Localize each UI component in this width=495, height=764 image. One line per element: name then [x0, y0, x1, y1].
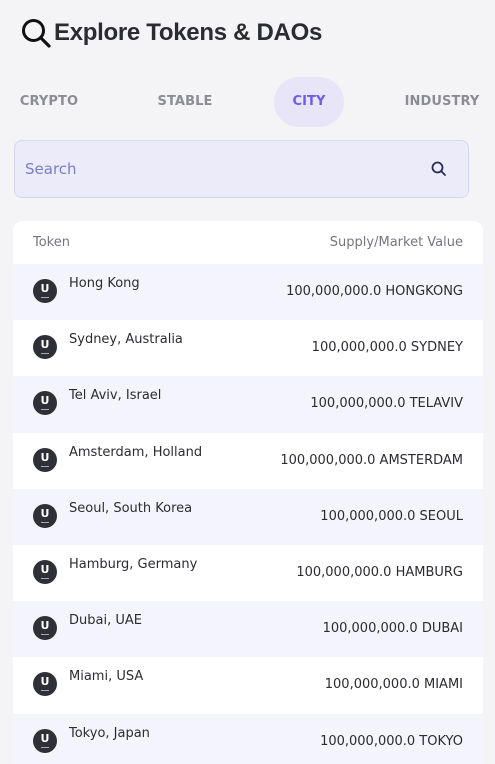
token-supply: 100,000,000.0 TOKYO — [320, 733, 463, 749]
table-header: Token Supply/Market Value — [13, 221, 483, 264]
token-logo-icon — [33, 616, 57, 641]
token-name: Miami, USA — [69, 669, 144, 685]
token-logo-icon — [33, 728, 57, 753]
token-name: Amsterdam, Holland — [69, 444, 203, 460]
token-supply: 100,000,000.0 DUBAI — [322, 621, 463, 637]
token-name: Hamburg, Germany — [69, 556, 198, 572]
token-logo-icon — [33, 391, 57, 416]
token-name: Sydney, Australia — [69, 332, 183, 348]
tab-industry[interactable]: INDUSTRY — [400, 77, 484, 127]
token-supply: 100,000,000.0 SEOUL — [320, 508, 463, 524]
page-title: Explore Tokens & DAOs — [54, 19, 322, 46]
table-row[interactable]: Seoul, South Korea 100,000,000.0 SEOUL — [13, 488, 483, 545]
search-icon — [22, 19, 51, 48]
table-row[interactable]: Hamburg, Germany 100,000,000.0 HAMBURG — [13, 545, 483, 601]
category-tabs: CRYPTO STABLE CITY INDUSTRY — [0, 77, 495, 127]
token-supply: 100,000,000.0 HAMBURG — [296, 564, 463, 580]
token-supply: 100,000,000.0 MIAMI — [324, 677, 463, 693]
token-supply: 100,000,000.0 HONGKONG — [286, 284, 463, 299]
tab-stable[interactable]: STABLE — [150, 77, 220, 127]
token-logo-icon — [33, 672, 57, 697]
token-logo-icon — [33, 503, 57, 528]
table-row[interactable]: Dubai, UAE 100,000,000.0 DUBAI — [13, 601, 483, 658]
token-name: Dubai, UAE — [69, 613, 142, 629]
tab-city[interactable]: CITY — [274, 77, 344, 127]
search-bar — [14, 140, 469, 198]
table-row[interactable]: Sydney, Australia 100,000,000.0 SYDNEY — [13, 320, 483, 376]
column-header-supply: Supply/Market Value — [329, 235, 463, 250]
token-logo-icon — [33, 279, 57, 303]
token-logo-icon — [33, 335, 57, 360]
search-icon[interactable] — [430, 160, 448, 178]
table-row[interactable]: Tokyo, Japan 100,000,000.0 TOKYO — [13, 713, 483, 764]
tab-crypto[interactable]: CRYPTO — [14, 77, 84, 127]
search-input[interactable] — [25, 160, 430, 178]
token-logo-icon — [33, 559, 57, 584]
token-name: Tel Aviv, Israel — [69, 388, 162, 404]
table-row[interactable]: Amsterdam, Holland 100,000,000.0 AMSTERD… — [13, 433, 483, 489]
token-logo-icon — [33, 447, 57, 472]
token-supply: 100,000,000.0 AMSTERDAM — [280, 452, 463, 468]
token-supply: 100,000,000.0 TELAVIV — [310, 396, 463, 412]
token-name: Tokyo, Japan — [69, 725, 150, 741]
token-supply: 100,000,000.0 SYDNEY — [311, 340, 463, 356]
token-name: Seoul, South Korea — [69, 500, 193, 516]
column-header-token: Token — [33, 235, 70, 250]
page-header: Explore Tokens & DAOs — [20, 16, 322, 50]
token-name: Hong Kong — [69, 276, 140, 291]
table-row[interactable]: Miami, USA 100,000,000.0 MIAMI — [13, 657, 483, 713]
table-row[interactable]: Tel Aviv, Israel 100,000,000.0 TELAVIV — [13, 376, 483, 433]
table-row[interactable]: Hong Kong 100,000,000.0 HONGKONG — [13, 264, 483, 321]
token-table: Token Supply/Market Value Hong Kong 100,… — [13, 221, 483, 764]
